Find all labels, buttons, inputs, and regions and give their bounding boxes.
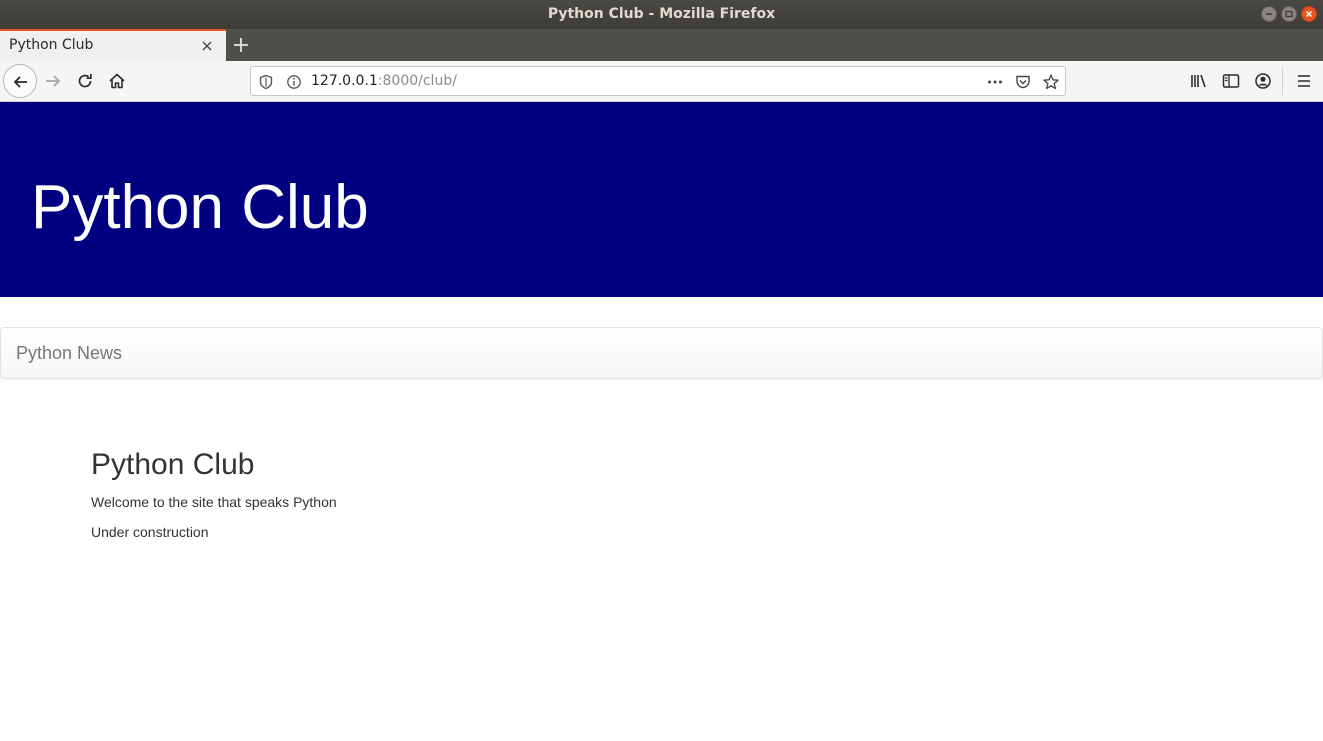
tracking-shield-icon[interactable] <box>257 73 275 91</box>
jumbotron-title: Python Club <box>31 173 369 242</box>
back-button[interactable] <box>3 64 37 98</box>
tab-close-icon[interactable] <box>199 38 215 54</box>
tab-label: Python Club <box>9 37 94 53</box>
account-icon[interactable] <box>1252 70 1274 92</box>
toolbar-separator <box>1282 67 1283 95</box>
close-icon <box>1305 10 1313 18</box>
window-titlebar: Python Club - Mozilla Firefox <box>0 0 1323 29</box>
tab-strip: Python Club <box>0 29 1323 61</box>
navbar-brand-link[interactable]: Python News <box>16 343 122 364</box>
site-navbar: Python News <box>0 327 1323 379</box>
welcome-text: Welcome to the site that speaks Python <box>91 494 337 510</box>
status-text: Under construction <box>91 524 209 540</box>
sidebar-icon[interactable] <box>1220 70 1242 92</box>
url-bar[interactable]: 127.0.0.1:8000/club/ <box>250 66 1066 96</box>
minimize-icon <box>1266 13 1272 15</box>
forward-arrow-icon[interactable] <box>42 70 64 92</box>
close-window-button[interactable] <box>1301 6 1317 22</box>
jumbotron: Python Club <box>0 102 1323 297</box>
reload-icon[interactable] <box>74 70 96 92</box>
new-tab-icon[interactable] <box>230 34 252 56</box>
page-actions-icon[interactable] <box>986 73 1004 91</box>
back-arrow-icon <box>13 76 27 88</box>
page-heading: Python Club <box>91 448 255 481</box>
site-info-icon[interactable] <box>285 73 303 91</box>
nav-toolbar: 127.0.0.1:8000/club/ <box>0 61 1323 102</box>
minimize-button[interactable] <box>1261 6 1277 22</box>
maximize-button[interactable] <box>1281 6 1297 22</box>
home-icon[interactable] <box>106 70 128 92</box>
url-host: 127.0.0.1 <box>311 73 378 89</box>
main-content: Python Club Welcome to the site that spe… <box>91 448 337 540</box>
menu-icon[interactable] <box>1293 70 1315 92</box>
pocket-icon[interactable] <box>1014 73 1032 91</box>
url-text[interactable]: 127.0.0.1:8000/club/ <box>311 73 457 89</box>
window-title: Python Club - Mozilla Firefox <box>547 6 776 22</box>
tab-python-club[interactable]: Python Club <box>0 29 226 61</box>
bookmark-star-icon[interactable] <box>1042 73 1060 91</box>
library-icon[interactable] <box>1188 70 1210 92</box>
maximize-icon <box>1285 10 1293 18</box>
url-path: :8000/club/ <box>377 73 457 89</box>
